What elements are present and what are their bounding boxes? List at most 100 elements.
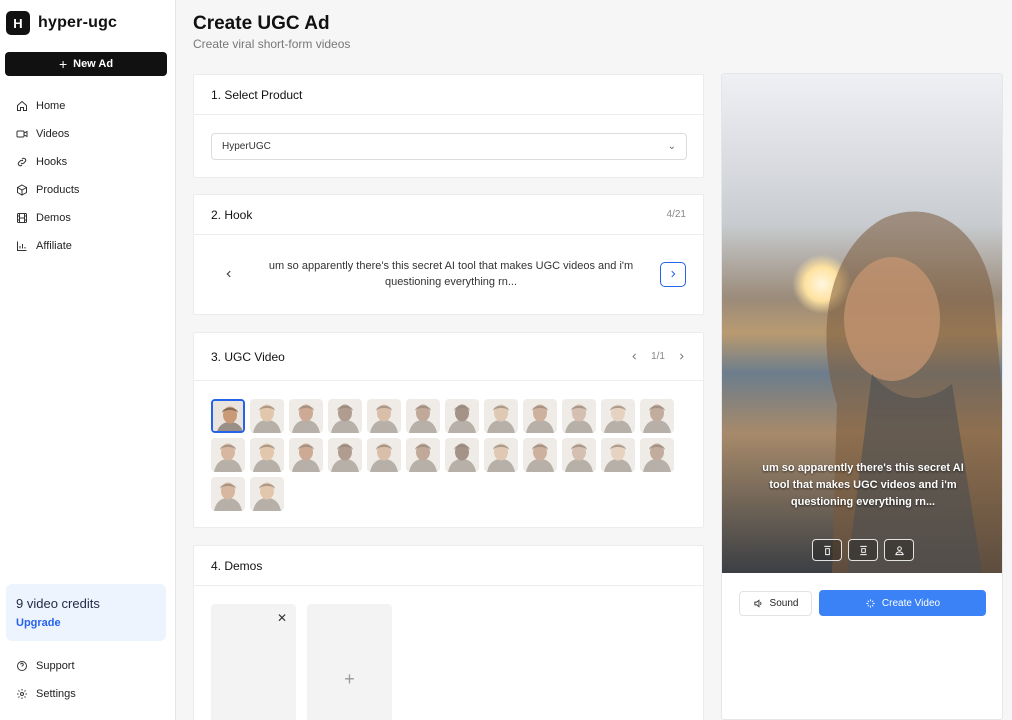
chevron-left-icon[interactable] <box>630 352 639 361</box>
film-icon <box>16 212 28 224</box>
sidebar-item-products[interactable]: Products <box>0 176 176 204</box>
avatar-thumbnail[interactable] <box>250 477 284 511</box>
plus-icon: + <box>344 668 355 689</box>
avatar-thumbnail[interactable] <box>601 438 635 472</box>
avatar-thumbnail[interactable] <box>328 438 362 472</box>
avatar-face <box>601 399 635 433</box>
help-circle-icon <box>16 660 28 672</box>
sound-button[interactable]: Sound <box>739 591 812 616</box>
avatar-thumbnail[interactable] <box>406 399 440 433</box>
brand-name: hyper-ugc <box>38 14 118 31</box>
caption-position-controls <box>812 539 914 561</box>
avatar-thumbnail[interactable] <box>289 438 323 472</box>
sidebar-item-support[interactable]: Support <box>0 652 176 680</box>
avatar-face <box>523 438 557 472</box>
create-video-button[interactable]: Create Video <box>819 590 986 616</box>
product-select[interactable]: HyperUGC ⌄ <box>211 133 687 160</box>
card-title: 4. Demos <box>211 558 263 573</box>
close-icon[interactable]: ✕ <box>277 611 287 625</box>
avatar-face <box>213 401 243 431</box>
video-icon <box>16 128 28 140</box>
card-header: 2. Hook 4/21 <box>194 195 703 235</box>
ugc-page: 1/1 <box>651 351 665 362</box>
avatar-thumbnail[interactable] <box>211 438 245 472</box>
avatar-thumbnail[interactable] <box>445 399 479 433</box>
avatar-face <box>328 438 362 472</box>
avatar-face <box>406 399 440 433</box>
avatar-thumbnail[interactable] <box>367 399 401 433</box>
avatar-thumbnail[interactable] <box>250 399 284 433</box>
user-icon <box>894 545 904 555</box>
box-icon <box>16 184 28 196</box>
sparkle-icon <box>866 598 875 608</box>
create-video-label: Create Video <box>881 597 941 609</box>
avatar-thumbnail[interactable] <box>445 438 479 472</box>
sidebar-item-hooks[interactable]: Hooks <box>0 148 176 176</box>
avatar-face <box>640 438 674 472</box>
avatar-thumbnail[interactable] <box>211 399 245 433</box>
avatar-face <box>289 438 323 472</box>
avatar-face <box>211 477 245 511</box>
avatar-face <box>250 477 284 511</box>
avatar-thumbnail[interactable] <box>250 438 284 472</box>
demos-card: 4. Demos ✕ + <box>193 545 704 720</box>
home-icon <box>16 100 28 112</box>
sidebar-item-label: Support <box>36 660 75 672</box>
ugc-pager: 1/1 <box>630 351 686 362</box>
sound-label: Sound <box>769 598 799 609</box>
chevron-down-icon: ⌄ <box>667 141 676 152</box>
hook-counter: 4/21 <box>666 209 686 220</box>
new-ad-label: New Ad <box>73 58 114 70</box>
hook-text: um so apparently there's this secret AI … <box>268 260 634 288</box>
avatar-thumbnail[interactable] <box>601 399 635 433</box>
card-title: 2. Hook <box>211 207 253 222</box>
video-preview[interactable]: um so apparently there's this secret AI … <box>722 74 1002 573</box>
sidebar-item-label: Affiliate <box>36 240 72 252</box>
sidebar-item-demos[interactable]: Demos <box>0 204 176 232</box>
speaker-icon <box>753 599 761 608</box>
avatar-thumbnail[interactable] <box>523 399 557 433</box>
avatar-thumbnail[interactable] <box>484 438 518 472</box>
sidebar-item-affiliate[interactable]: Affiliate <box>0 232 176 260</box>
sidebar-item-settings[interactable]: Settings <box>0 680 176 708</box>
sidebar-item-videos[interactable]: Videos <box>0 120 176 148</box>
avatar-face <box>445 399 479 433</box>
caption-top-button[interactable] <box>812 539 842 561</box>
avatar-thumbnail[interactable] <box>289 399 323 433</box>
align-middle-icon <box>859 545 867 555</box>
sidebar-item-home[interactable]: Home <box>0 92 176 120</box>
card-header: 3. UGC Video 1/1 <box>194 333 703 381</box>
hook-next-button[interactable] <box>660 261 686 287</box>
avatar-thumbnail[interactable] <box>406 438 440 472</box>
avatar-thumbnail[interactable] <box>562 438 596 472</box>
product-select-value: HyperUGC <box>222 141 271 152</box>
demo-tile[interactable]: ✕ <box>211 604 296 720</box>
avatar-thumbnail[interactable] <box>211 477 245 511</box>
avatar-face <box>250 399 284 433</box>
avatar-thumbnail[interactable] <box>640 399 674 433</box>
avatar-thumbnail[interactable] <box>367 438 401 472</box>
hook-prev-button[interactable] <box>216 262 242 287</box>
main-nav: Home Videos Hooks Products Demos Affilia… <box>0 92 176 260</box>
plus-icon: + <box>58 56 68 72</box>
preview-panel: um so apparently there's this secret AI … <box>721 73 1003 720</box>
avatar-face <box>406 438 440 472</box>
page-title: Create UGC Ad <box>193 13 330 34</box>
caption-avatar-button[interactable] <box>884 539 914 561</box>
avatar-thumbnail[interactable] <box>328 399 362 433</box>
upgrade-link[interactable]: Upgrade <box>16 617 156 629</box>
gear-icon <box>16 688 28 700</box>
ugc-video-card: 3. UGC Video 1/1 <box>193 332 704 528</box>
new-ad-button[interactable]: + New Ad <box>5 52 167 76</box>
add-demo-tile[interactable]: + <box>307 604 392 720</box>
avatar-face <box>445 438 479 472</box>
caption-middle-button[interactable] <box>848 539 878 561</box>
avatar-thumbnail[interactable] <box>523 438 557 472</box>
avatar-face <box>601 438 635 472</box>
avatar-thumbnail[interactable] <box>562 399 596 433</box>
card-header: 1. Select Product <box>194 75 703 115</box>
avatar-thumbnail[interactable] <box>640 438 674 472</box>
brand[interactable]: H hyper-ugc <box>6 11 117 35</box>
chevron-right-icon[interactable] <box>677 352 686 361</box>
avatar-thumbnail[interactable] <box>484 399 518 433</box>
